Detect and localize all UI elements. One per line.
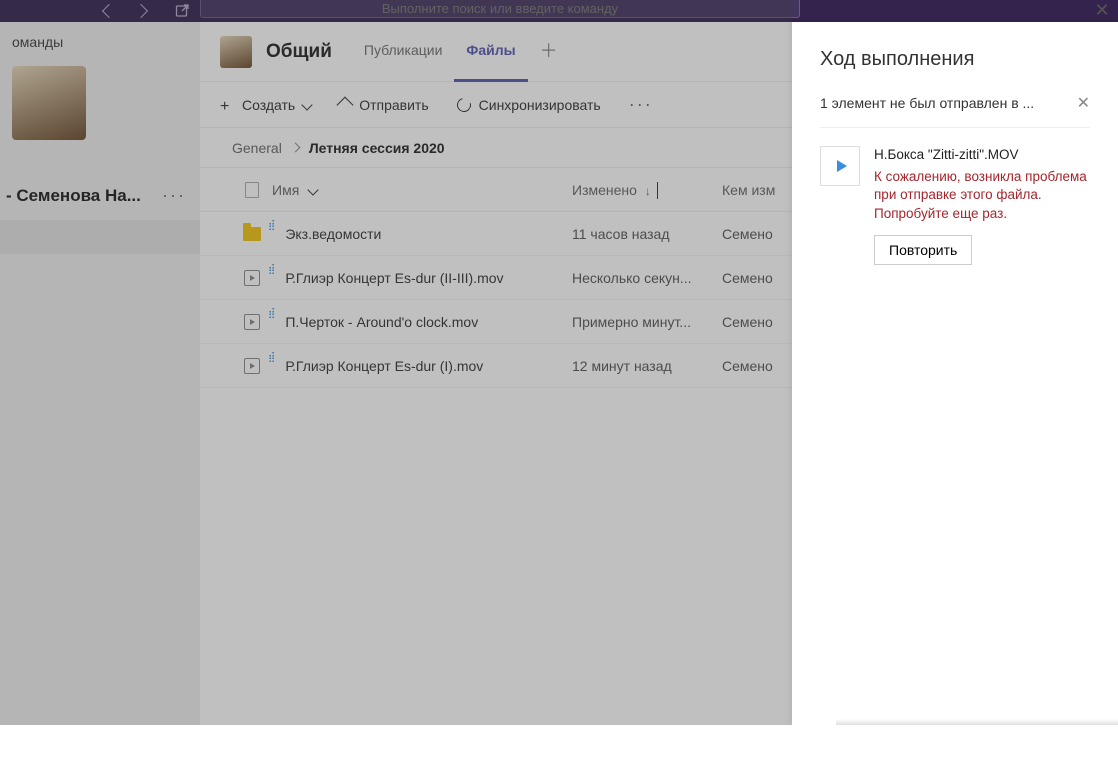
- sync-pending-icon: ⣾: [268, 264, 275, 275]
- upload-thumbnail[interactable]: [820, 146, 860, 186]
- nav-forward-button[interactable]: [125, 0, 157, 22]
- sort-desc-icon: ↓: [645, 184, 651, 198]
- team-name[interactable]: - Семенова На...: [6, 186, 158, 206]
- toolbar-sync-label: Синхронизировать: [479, 97, 601, 113]
- toolbar-more-button[interactable]: ···: [629, 94, 653, 115]
- folder-icon: [243, 227, 261, 241]
- team-more-button[interactable]: ···: [158, 185, 190, 206]
- tab-posts[interactable]: Публикации: [352, 22, 454, 82]
- chevron-down-icon: [308, 184, 319, 195]
- column-modified[interactable]: Изменено ↓: [572, 182, 722, 198]
- column-name[interactable]: Имя: [272, 182, 572, 198]
- channel-avatar: [220, 36, 252, 68]
- file-name: Р.Глиэр Концерт Es-dur (II-III).mov: [285, 270, 503, 286]
- chevron-down-icon: [657, 182, 658, 199]
- video-icon: [244, 314, 260, 330]
- toolbar-create-label: Создать: [242, 97, 295, 113]
- breadcrumb-current: Летняя сессия 2020: [309, 140, 445, 156]
- file-name: Р.Глиэр Концерт Es-dur (I).mov: [285, 358, 483, 374]
- compose-button[interactable]: [167, 0, 199, 22]
- retry-button[interactable]: Повторить: [874, 235, 972, 265]
- file-modified: 11 часов назад: [572, 226, 722, 242]
- sync-pending-icon: ⣾: [268, 352, 275, 363]
- sidebar: оманды - Семенова На... ···: [0, 22, 200, 725]
- chevron-down-icon: [302, 99, 313, 110]
- tab-files[interactable]: Файлы: [454, 22, 527, 82]
- file-modified: Несколько секун...: [572, 270, 722, 286]
- team-avatar[interactable]: [12, 66, 86, 140]
- upload-item: Н.Бокса "Zitti-zitti".MOV К сожалению, в…: [820, 146, 1090, 265]
- toolbar-create-button[interactable]: Создать: [220, 97, 311, 113]
- channel-title: Общий: [266, 41, 332, 63]
- progress-panel: Ход выполнения 1 элемент не был отправле…: [792, 22, 1118, 725]
- toolbar-upload-button[interactable]: Отправить: [339, 97, 428, 113]
- sync-pending-icon: ⣾: [268, 308, 275, 319]
- search-bar[interactable]: [200, 0, 800, 18]
- chevron-right-icon: [134, 4, 148, 18]
- file-type-icon: [245, 182, 259, 198]
- upload-filename: Н.Бокса "Zitti-zitti".MOV: [874, 146, 1090, 164]
- tab-add-button[interactable]: ＋: [528, 22, 570, 82]
- video-icon: [244, 270, 260, 286]
- chevron-left-icon: [102, 4, 116, 18]
- titlebar: ✕: [0, 0, 1118, 22]
- plus-icon: [220, 98, 234, 112]
- toolbar-upload-label: Отправить: [359, 97, 428, 113]
- panel-close-top-button[interactable]: ✕: [1090, 0, 1114, 22]
- sidebar-header: оманды: [0, 22, 200, 56]
- compose-icon: [175, 3, 191, 19]
- chevron-right-icon: [290, 143, 300, 153]
- file-name: П.Черток - Around'o clock.mov: [285, 314, 478, 330]
- upload-error-message: К сожалению, возникла проблема при отпра…: [874, 168, 1090, 223]
- panel-dismiss-button[interactable]: ✕: [1077, 93, 1090, 113]
- sync-pending-icon: ⣾: [268, 220, 275, 231]
- sync-icon: [454, 95, 473, 114]
- video-icon: [244, 358, 260, 374]
- file-name: Экз.ведомости: [285, 226, 381, 242]
- breadcrumb-root[interactable]: General: [232, 140, 282, 156]
- search-input[interactable]: [201, 1, 799, 16]
- sidebar-channel-selected[interactable]: [0, 220, 200, 254]
- panel-shadow: [836, 719, 1118, 725]
- file-modified: Примерно минут...: [572, 314, 722, 330]
- toolbar-sync-button[interactable]: Синхронизировать: [457, 97, 601, 113]
- panel-title: Ход выполнения: [820, 48, 1090, 71]
- play-icon: [837, 160, 847, 172]
- upload-icon: [337, 96, 354, 113]
- panel-status: 1 элемент не был отправлен в ...: [820, 95, 1069, 111]
- bottom-strip: [0, 725, 1118, 761]
- file-modified: 12 минут назад: [572, 358, 722, 374]
- nav-back-button[interactable]: [93, 0, 125, 22]
